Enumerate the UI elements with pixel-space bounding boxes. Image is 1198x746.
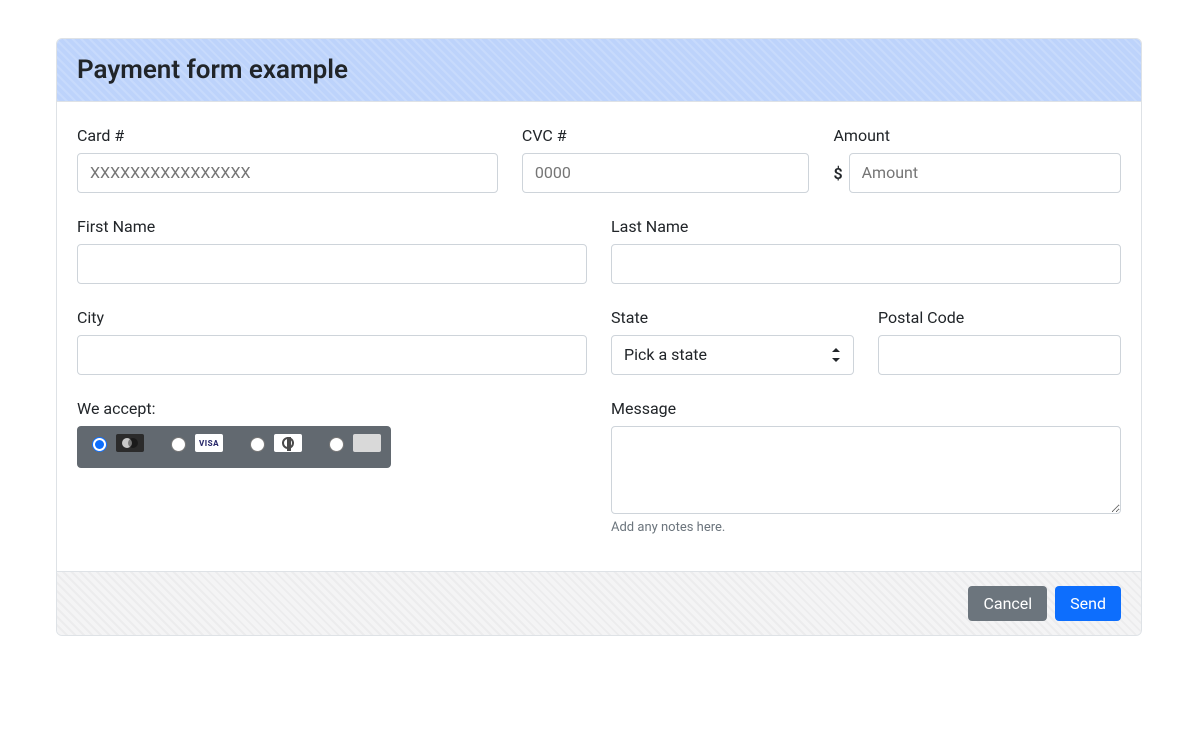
last-name-label: Last Name [611,217,1121,236]
last-name-input[interactable] [611,244,1121,284]
city-input[interactable] [77,335,587,375]
card-body: Card # CVC # Amount $ First Name La [57,102,1141,571]
amount-label: Amount [833,126,1121,145]
amex-icon [353,434,381,452]
cancel-button[interactable]: Cancel [968,586,1047,621]
cvc-input[interactable] [522,153,810,193]
card-type-amex[interactable] [324,434,381,452]
message-label: Message [611,399,1121,418]
card-type-amex-radio[interactable] [329,437,344,452]
state-label: State [611,308,854,327]
first-name-label: First Name [77,217,587,236]
mastercard-icon [116,434,144,452]
state-select[interactable]: Pick a state [611,335,854,375]
card-type-mastercard[interactable] [87,434,144,452]
diners-icon [274,434,302,452]
payment-form-card: Payment form example Card # CVC # Amount… [56,38,1142,636]
card-number-label: Card # [77,126,498,145]
card-type-group: VISA [77,426,391,468]
amount-input[interactable] [849,153,1121,193]
postal-code-input[interactable] [878,335,1121,375]
card-type-visa[interactable]: VISA [166,434,223,452]
card-footer: Cancel Send [57,571,1141,635]
card-type-diners[interactable] [245,434,302,452]
first-name-input[interactable] [77,244,587,284]
card-type-diners-radio[interactable] [250,437,265,452]
card-type-visa-radio[interactable] [171,437,186,452]
city-label: City [77,308,587,327]
card-header: Payment form example [57,39,1141,102]
visa-icon: VISA [195,434,223,452]
cvc-label: CVC # [522,126,810,145]
card-type-mastercard-radio[interactable] [92,437,107,452]
page-title: Payment form example [77,55,1121,85]
postal-code-label: Postal Code [878,308,1121,327]
message-help-text: Add any notes here. [611,520,1121,535]
message-textarea[interactable] [611,426,1121,514]
we-accept-label: We accept: [77,399,587,418]
card-number-input[interactable] [77,153,498,193]
currency-prefix: $ [833,164,842,183]
send-button[interactable]: Send [1055,586,1121,621]
